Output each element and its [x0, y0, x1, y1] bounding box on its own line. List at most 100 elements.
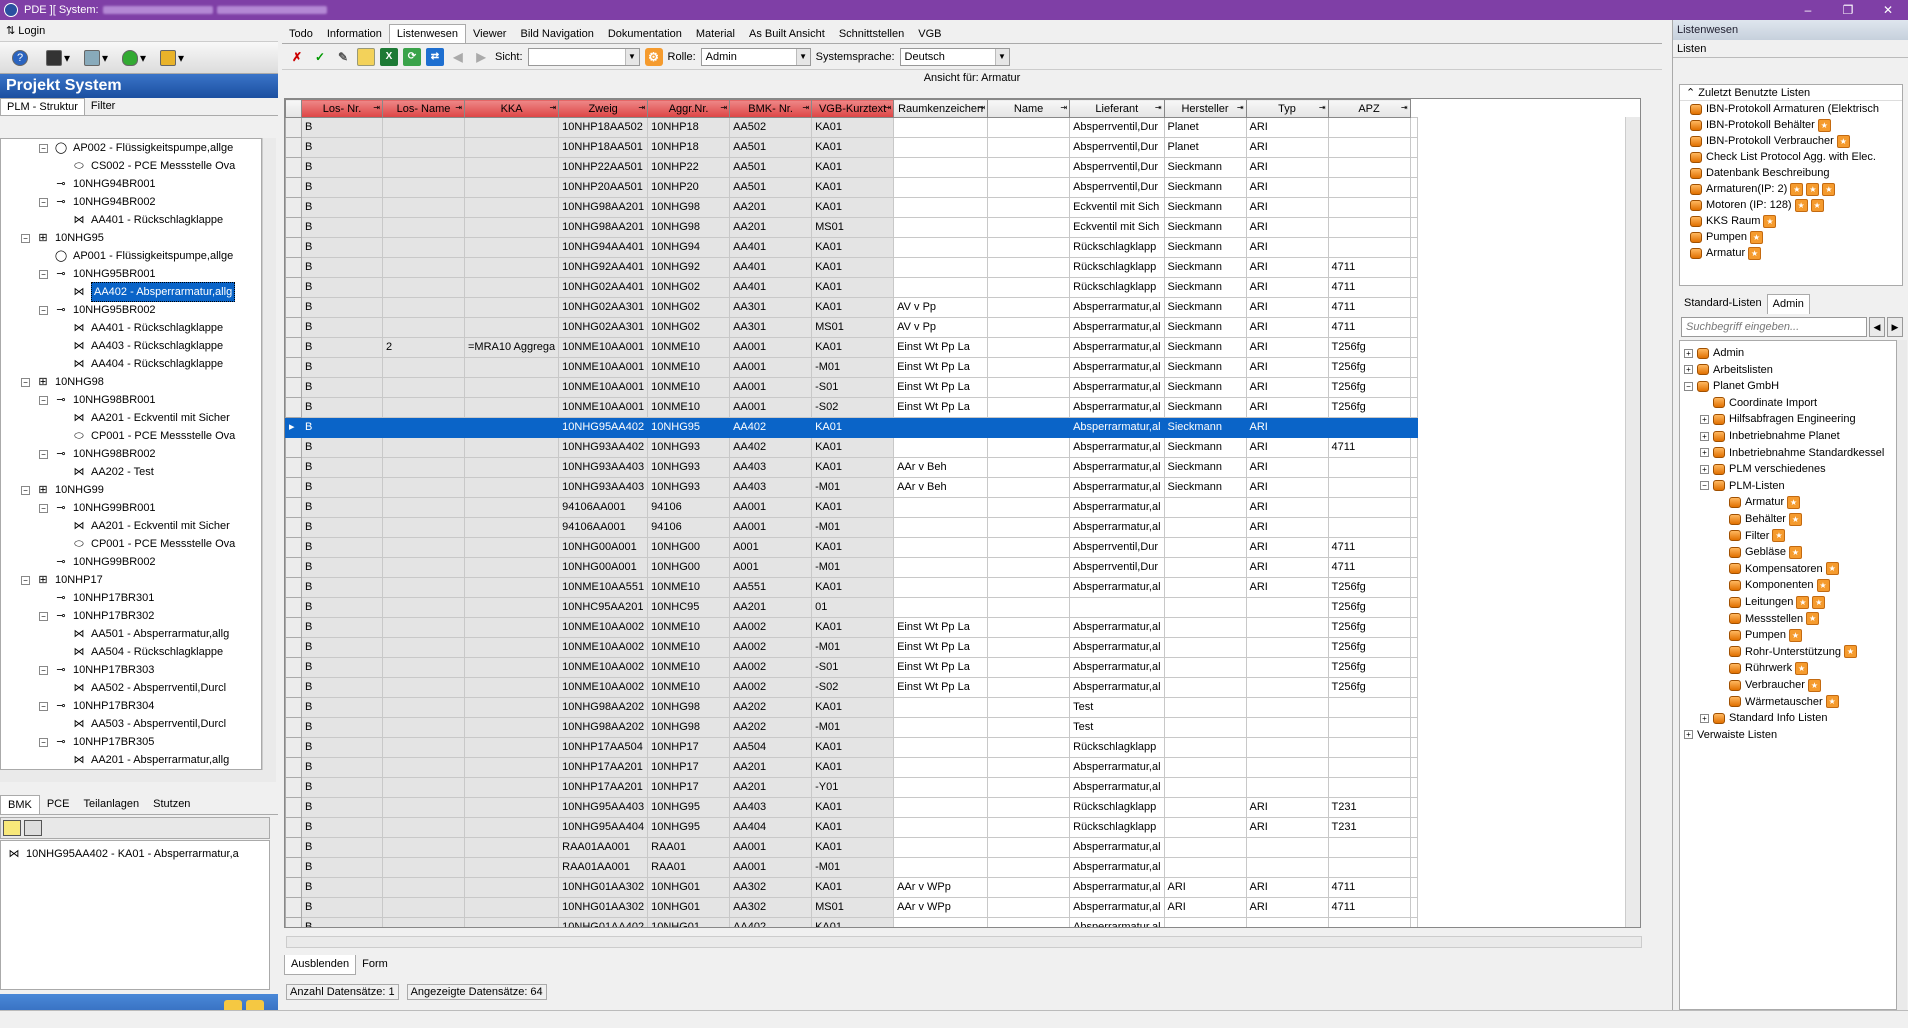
table-cell[interactable]: AA002 [729, 637, 813, 658]
table-cell[interactable] [1409, 777, 1418, 798]
column-header[interactable]: Typ ⇥ [1245, 99, 1329, 118]
table-cell[interactable] [1245, 917, 1329, 927]
table-cell[interactable]: Absperrarmatur,al [1069, 297, 1165, 318]
expand-toggle-icon[interactable]: − [1684, 381, 1693, 391]
table-cell[interactable] [463, 697, 560, 718]
table-cell[interactable] [1327, 917, 1411, 927]
table-cell[interactable] [382, 517, 465, 538]
table-cell[interactable]: Einst Wt Pp La [893, 337, 989, 358]
tab-admin[interactable]: Admin [1766, 294, 1810, 314]
expand-toggle-icon[interactable]: − [21, 233, 30, 243]
table-cell[interactable] [463, 317, 560, 338]
tree-node[interactable]: ⬭ CS002 - PCE Messstelle Ova [57, 157, 235, 175]
list-tree-node[interactable]: Pumpen ★ [1716, 627, 1802, 643]
table-cell[interactable]: B [301, 417, 383, 438]
table-cell[interactable]: 10NHG02 [647, 297, 731, 318]
table-cell[interactable]: Absperrventil,Dur [1069, 117, 1165, 138]
table-cell[interactable] [1409, 757, 1418, 778]
table-cell[interactable] [1409, 897, 1418, 918]
table-cell[interactable]: Absperrarmatur,al [1069, 417, 1165, 438]
table-cell[interactable] [893, 597, 989, 618]
table-cell[interactable] [987, 117, 1071, 138]
list-tree-node[interactable]: Armatur ★ [1716, 494, 1801, 510]
row-header[interactable] [285, 557, 302, 578]
table-cell[interactable] [382, 677, 465, 698]
table-cell[interactable]: 10NHP18 [647, 117, 731, 138]
table-cell[interactable]: B [301, 317, 383, 338]
filter-icon[interactable]: ⇥ [455, 103, 462, 112]
table-cell[interactable]: Absperrarmatur,al [1069, 517, 1165, 538]
column-header[interactable]: KKA ⇥ [463, 99, 560, 118]
row-header[interactable] [285, 737, 302, 758]
tree-node[interactable]: − ⊞ 10NHP17 [21, 571, 103, 589]
table-row[interactable]: B 10NHP22AA501 10NHP22 AA501 KA01 Absperrvent… [285, 157, 1418, 178]
table-cell[interactable]: 10NHG95AA404 [558, 817, 649, 838]
filter-icon[interactable]: ⇥ [884, 103, 891, 112]
table-cell[interactable]: Absperrventil,Dur [1069, 137, 1165, 158]
table-cell[interactable]: AA402 [729, 917, 813, 927]
table-cell[interactable] [893, 737, 989, 758]
table-cell[interactable]: 4711 [1327, 557, 1411, 578]
table-cell[interactable]: ARI [1245, 357, 1329, 378]
table-cell[interactable]: 10NHG92AA401 [558, 257, 649, 278]
table-cell[interactable] [1409, 717, 1418, 738]
table-cell[interactable]: Rückschlagklapp [1069, 277, 1165, 298]
expand-toggle-icon[interactable]: − [21, 377, 30, 387]
tab-bild-navigation[interactable]: Bild Navigation [513, 25, 600, 43]
expand-toggle-icon[interactable]: + [1700, 431, 1709, 441]
table-cell[interactable]: Absperrarmatur,al [1069, 317, 1165, 338]
table-cell[interactable]: Absperrarmatur,al [1069, 377, 1165, 398]
table-cell[interactable] [463, 497, 560, 518]
table-cell[interactable]: 10NHG02 [647, 317, 731, 338]
table-cell[interactable] [1163, 517, 1247, 538]
table-cell[interactable] [1409, 477, 1418, 498]
table-row[interactable]: B 10NHP17AA201 10NHP17 AA201 KA01 Absperrarma… [285, 757, 1418, 778]
table-cell[interactable]: B [301, 797, 383, 818]
table-cell[interactable] [893, 417, 989, 438]
table-cell[interactable] [893, 857, 989, 878]
table-cell[interactable]: AA504 [729, 737, 813, 758]
tab-teilanlagen[interactable]: Teilanlagen [76, 795, 146, 814]
table-row[interactable]: B 10NME10AA002 10NME10 AA002 -S01 Einst Wt Pp… [285, 657, 1418, 678]
table-cell[interactable] [987, 177, 1071, 198]
close-button[interactable]: ✕ [1868, 0, 1908, 20]
tree-node[interactable]: − ⊸ 10NHP17BR303 [39, 661, 154, 679]
row-header[interactable] [285, 897, 302, 918]
table-cell[interactable]: 10NHG01AA302 [558, 897, 649, 918]
table-cell[interactable]: Absperrarmatur,al [1069, 397, 1165, 418]
table-cell[interactable]: ARI [1245, 337, 1329, 358]
table-cell[interactable] [382, 757, 465, 778]
table-cell[interactable] [1409, 277, 1418, 298]
table-cell[interactable] [463, 397, 560, 418]
table-cell[interactable] [463, 117, 560, 138]
table-cell[interactable]: Planet [1163, 137, 1247, 158]
table-cell[interactable]: Absperrarmatur,al [1069, 837, 1165, 858]
table-cell[interactable] [382, 737, 465, 758]
row-header[interactable] [285, 797, 302, 818]
table-cell[interactable] [463, 417, 560, 438]
table-cell[interactable] [463, 477, 560, 498]
layout-button[interactable]: ▾ [42, 46, 74, 70]
table-cell[interactable] [382, 317, 465, 338]
table-cell[interactable] [893, 517, 989, 538]
table-row[interactable]: B 94106AA001 94106 AA001 -M01 Absperrarmatur,… [285, 517, 1418, 538]
table-cell[interactable] [382, 917, 465, 927]
table-cell[interactable] [987, 397, 1071, 418]
table-cell[interactable] [382, 217, 465, 238]
table-cell[interactable]: B [301, 197, 383, 218]
tab-as-built-ansicht[interactable]: As Built Ansicht [742, 25, 832, 43]
table-cell[interactable]: T256fg [1327, 357, 1411, 378]
table-cell[interactable] [1163, 637, 1247, 658]
table-cell[interactable] [382, 137, 465, 158]
table-cell[interactable]: AA301 [729, 297, 813, 318]
table-cell[interactable] [1409, 157, 1418, 178]
table-cell[interactable] [987, 817, 1071, 838]
list-tree-node[interactable]: Komponenten ★ [1716, 577, 1830, 593]
table-row[interactable]: ▸ B 10NHG95AA402 10NHG95 AA402 KA01 Absperrarm… [285, 417, 1418, 438]
table-row[interactable]: B 10NHG94AA401 10NHG94 AA401 KA01 Rückschlagk… [285, 237, 1418, 258]
table-cell[interactable] [1163, 737, 1247, 758]
table-cell[interactable]: Absperrarmatur,al [1069, 637, 1165, 658]
table-cell[interactable]: 10NME10AA002 [558, 677, 649, 698]
table-cell[interactable] [463, 797, 560, 818]
list-tree-node[interactable]: + Admin [1684, 345, 1744, 361]
